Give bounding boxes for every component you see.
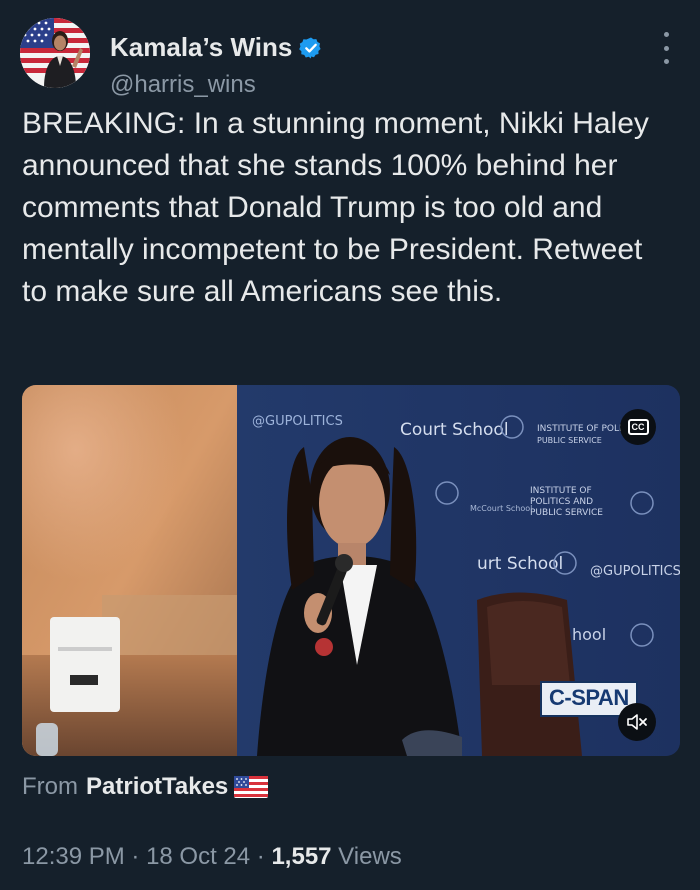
tweet-time[interactable]: 12:39 PM [22,843,125,871]
more-dot-icon [663,32,669,37]
more-options-button[interactable] [658,32,674,64]
more-dot-icon [663,45,669,51]
tweet-header: Kamala’s Wins @harris_wins [20,18,680,98]
backdrop-text: urt School [477,554,563,574]
more-dot-icon [663,59,669,64]
captions-button[interactable]: CC [620,409,656,445]
views-count: 1,557 [271,843,332,870]
backdrop-text: McCourt School [470,504,532,513]
verified-badge-icon [299,37,321,58]
tweet-date[interactable]: 18 Oct 24 [146,843,250,871]
backdrop-text: INSTITUTE OF [530,486,592,496]
display-name[interactable]: Kamala’s Wins [110,32,292,63]
backdrop-text: Court School [400,420,509,440]
captions-icon: CC [627,419,649,435]
backdrop-text: PUBLIC SERVICE [537,436,602,445]
tweet-page: Kamala’s Wins @harris_wins BREAKING: In … [0,0,700,890]
source-prefix: From [22,773,78,800]
views-label: Views [331,843,402,870]
tweet-metadata: 12:39 PM · 18 Oct 24 · 1,557 Views [22,843,402,871]
backdrop-text: hool [572,625,606,644]
source-account-link[interactable]: PatriotTakes [86,773,228,801]
backdrop-text: @GUPOLITICS [590,564,680,579]
author-handle[interactable]: @harris_wins [110,71,256,99]
meta-separator: · [124,843,147,870]
backdrop-text: POLITICS AND [530,497,593,507]
us-flag-icon [234,776,269,798]
avatar[interactable] [20,18,90,88]
backdrop-text: PUBLIC SERVICE [530,508,603,518]
media-source: From PatriotTakes [22,773,269,801]
avatar-image [20,18,90,88]
speaker-muted-icon [627,714,647,730]
author-name-row[interactable]: Kamala’s Wins [110,32,323,63]
mute-button[interactable] [618,703,656,741]
meta-separator: · [250,843,272,870]
tweet-text: BREAKING: In a stunning moment, Nikki Ha… [22,107,658,308]
video-player[interactable]: @GUPOLITICS Court School INSTITUTE OF PO… [22,385,680,756]
backdrop-text: @GUPOLITICS [252,414,343,429]
